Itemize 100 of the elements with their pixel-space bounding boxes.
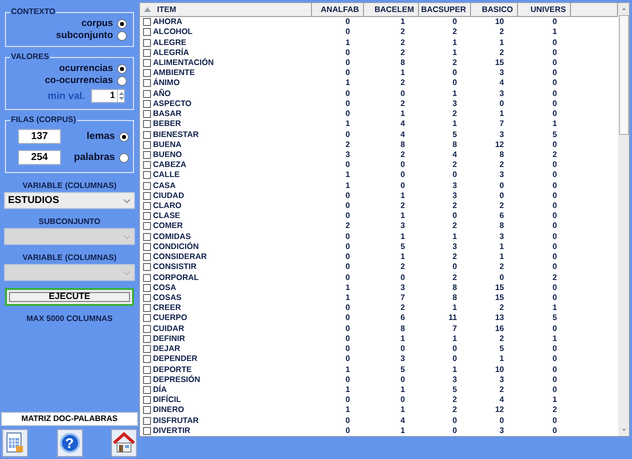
table-cell: COMER [153, 222, 183, 230]
checkbox[interactable] [143, 355, 151, 364]
scrollbar-thumb[interactable] [619, 15, 629, 135]
table-cell: 8 [500, 222, 504, 230]
table-cell: DIVERTIR [153, 426, 190, 435]
checkbox[interactable] [143, 314, 151, 322]
table-cell: BUENO [153, 150, 182, 159]
checkbox[interactable] [143, 222, 151, 230]
table-cell: 13 [495, 314, 504, 322]
table-cell: 2 [552, 274, 557, 282]
checkbox[interactable] [143, 334, 151, 343]
checkbox[interactable] [143, 28, 151, 36]
table-cell: 5 [400, 242, 405, 251]
radio-button[interactable] [117, 31, 127, 41]
checkbox[interactable] [143, 345, 151, 354]
table-cell: 0 [452, 416, 457, 425]
radio-button[interactable] [119, 152, 129, 162]
table-cell: 3 [500, 376, 504, 384]
checkbox[interactable] [143, 253, 151, 262]
help-button[interactable]: ? [56, 429, 82, 457]
checkbox[interactable] [143, 192, 151, 200]
checkbox[interactable] [143, 324, 151, 333]
checkbox[interactable] [143, 366, 151, 374]
table-cell: 0 [500, 416, 504, 425]
checkbox[interactable] [143, 396, 151, 404]
note-text: MAX 5000 COLUMNAS [25, 313, 114, 325]
checkbox[interactable] [143, 100, 151, 108]
checkbox[interactable] [143, 58, 151, 67]
checkbox[interactable] [143, 69, 151, 78]
table-cell: DINERO [153, 406, 184, 414]
table-cell: 0 [400, 161, 405, 170]
table-cell: 0 [452, 18, 457, 26]
matrix-button[interactable]: MATRIZ DOC-PALABRAS [1, 412, 138, 426]
spin-arrows-icon[interactable] [117, 90, 124, 102]
table-cell: 2 [500, 304, 504, 312]
checkbox[interactable] [143, 161, 151, 170]
table-cell: ALEGRÍA [153, 48, 189, 57]
table-cell: 0 [552, 426, 557, 435]
table-cell: 0 [552, 253, 557, 262]
table-cell: 0 [552, 232, 557, 241]
column-header[interactable]: ITEM [140, 3, 312, 16]
table-cell: 0 [346, 304, 350, 312]
min-value-spinner[interactable]: 1 [91, 89, 125, 103]
table-cell: 0 [346, 334, 350, 343]
table-cell: CIUDAD [153, 192, 184, 200]
checkbox[interactable] [143, 130, 151, 139]
execute-button[interactable]: EJECUTE [5, 288, 134, 306]
count-field[interactable]: 137 [18, 129, 61, 144]
checkbox[interactable] [143, 294, 151, 302]
radio-button[interactable] [117, 19, 127, 29]
radio-button[interactable] [117, 64, 127, 74]
checkbox[interactable] [143, 426, 151, 435]
home-icon[interactable] [111, 429, 137, 457]
checkbox[interactable] [143, 242, 151, 251]
radio-button[interactable] [117, 76, 127, 86]
column-header[interactable]: BACSUPER [419, 3, 471, 16]
table-cell: 0 [452, 345, 457, 354]
checkbox[interactable] [143, 90, 151, 98]
checkbox[interactable] [143, 38, 151, 47]
checkbox[interactable] [143, 232, 151, 241]
checkbox[interactable] [143, 79, 151, 88]
checkbox[interactable] [143, 263, 151, 272]
checkbox[interactable] [143, 171, 151, 180]
dropdown[interactable]: ESTUDIOS [4, 192, 135, 209]
table-cell: 1 [400, 426, 405, 435]
checkbox[interactable] [143, 284, 151, 292]
checkbox[interactable] [143, 182, 151, 190]
checkbox[interactable] [143, 274, 151, 282]
checkbox[interactable] [143, 202, 151, 210]
table-cell: 1 [400, 232, 405, 241]
checkbox[interactable] [143, 386, 151, 394]
checkbox[interactable] [143, 416, 151, 425]
checkbox[interactable] [143, 110, 151, 118]
table-cell: 0 [346, 202, 350, 210]
table-cell: 0 [552, 202, 557, 210]
table-cell: 2 [400, 304, 405, 312]
table-cell: 2 [552, 406, 557, 414]
table-cell: COMIDAS [153, 232, 191, 241]
table-cell: 3 [500, 130, 504, 139]
checkbox[interactable] [143, 48, 151, 57]
checkbox[interactable] [143, 120, 151, 128]
checkbox[interactable] [143, 18, 151, 26]
column-header[interactable]: BACELEM [364, 3, 419, 16]
checkbox[interactable] [143, 140, 151, 149]
table-cell: 0 [552, 110, 557, 118]
checkbox[interactable] [143, 150, 151, 159]
radio-button[interactable] [119, 132, 129, 142]
checkbox[interactable] [143, 406, 151, 414]
checkbox[interactable] [143, 376, 151, 384]
checkbox[interactable] [143, 304, 151, 312]
table-cell: 0 [346, 324, 350, 333]
spreadsheet-icon[interactable] [2, 429, 28, 457]
count-field[interactable]: 254 [18, 150, 61, 165]
column-header[interactable]: UNIVERS [518, 3, 571, 16]
table-cell: ALCOHOL [153, 28, 193, 36]
scrollbar[interactable] [618, 3, 629, 436]
column-header[interactable]: ANALFAB [312, 3, 364, 16]
checkbox[interactable] [143, 212, 151, 220]
table-cell: 0 [552, 212, 557, 220]
column-header[interactable]: BASICO [471, 3, 518, 16]
